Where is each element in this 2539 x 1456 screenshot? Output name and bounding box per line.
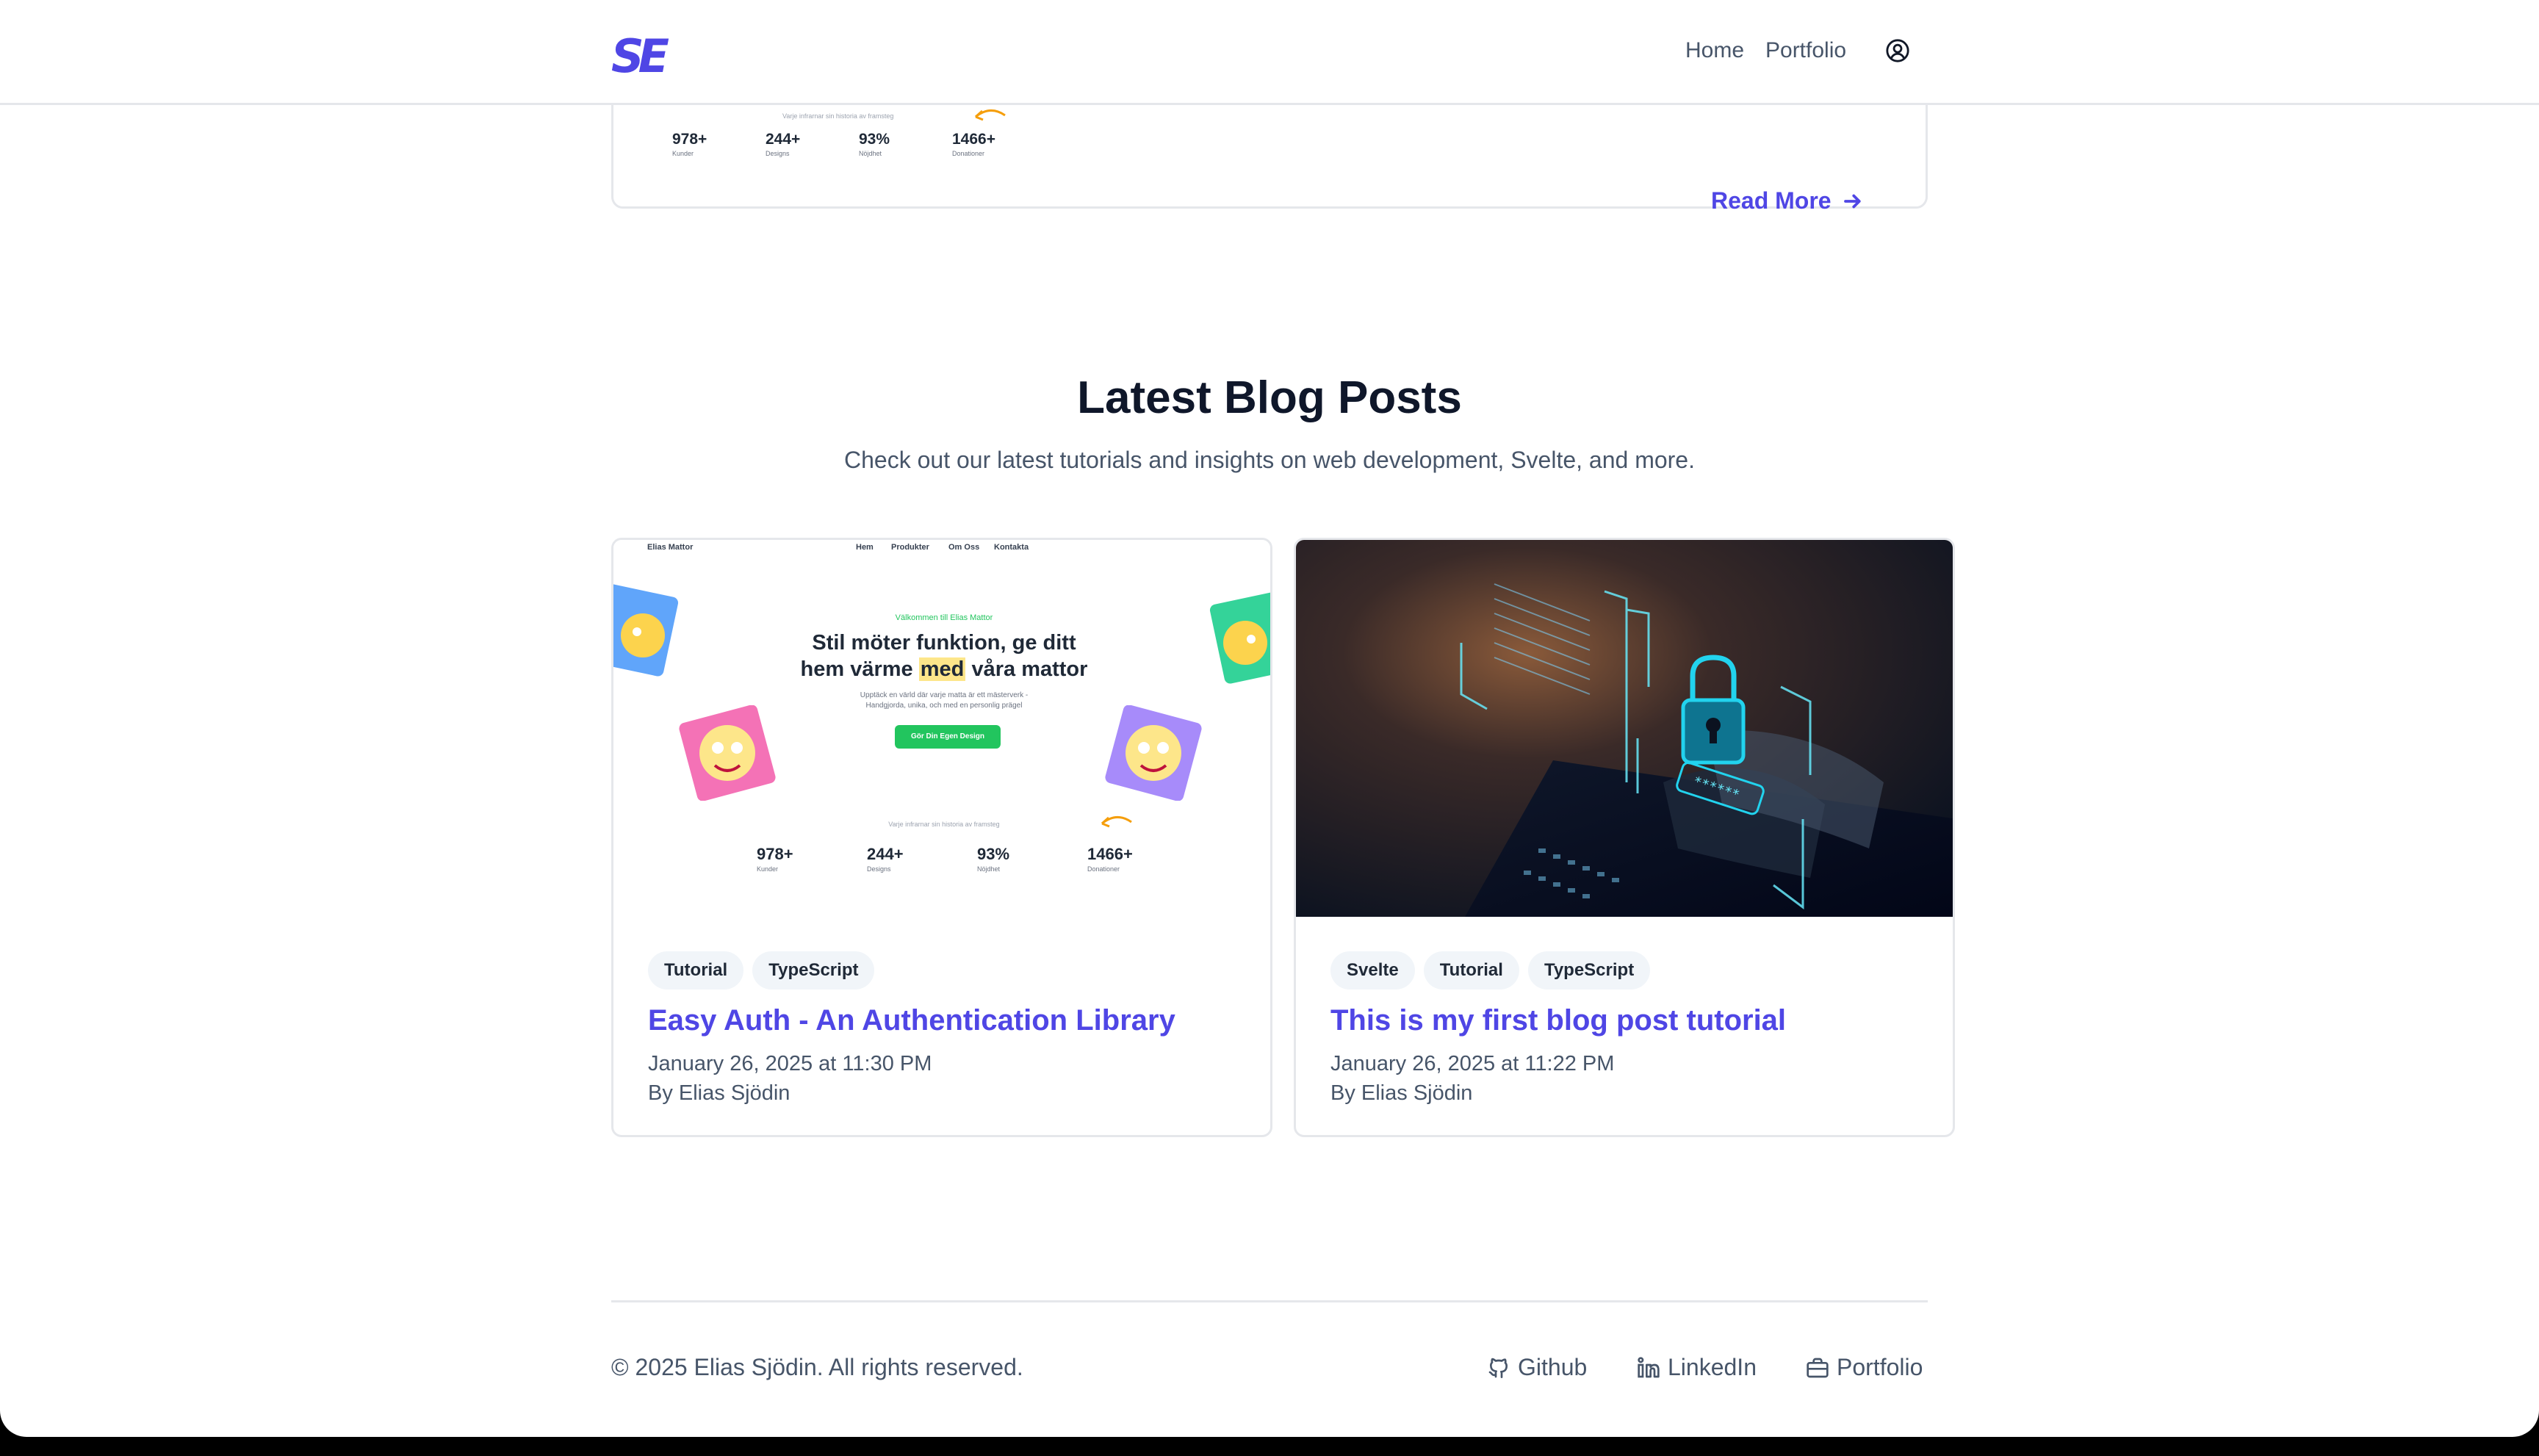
blog-post-card[interactable]: Elias Mattor Hem Produkter Om Oss Kontak…	[611, 538, 1272, 1137]
tag[interactable]: TypeScript	[1527, 951, 1651, 990]
footer-linkedin-link[interactable]: LinkedIn	[1637, 1354, 1757, 1381]
stat-value: 1466+	[952, 131, 995, 148]
post-author: By Elias Sjödin	[1330, 1081, 1473, 1105]
site-header: SE Home Portfolio	[0, 0, 2539, 105]
rug-mascot-image	[679, 705, 776, 801]
stat-label: Donationer	[1087, 865, 1120, 873]
footer-link-label: Portfolio	[1837, 1354, 1923, 1380]
arrow-doodle-icon	[1101, 816, 1132, 828]
footer-copyright: © 2025 Elias Sjödin. All rights reserved…	[611, 1354, 1023, 1380]
post-author: By Elias Sjödin	[648, 1081, 790, 1105]
stat: 244+ Designs	[766, 131, 859, 157]
stat-label: Donationer	[952, 150, 985, 157]
post-title-link[interactable]: This is my first blog post tutorial	[1330, 1004, 1786, 1037]
stat-value: 1466+	[1087, 845, 1133, 863]
preview-caption: Varje infrarnar sin historia av framsteg	[782, 112, 894, 120]
post-date: January 26, 2025 at 11:22 PM	[1330, 1052, 1615, 1075]
stat: 93% Nöjdhet	[977, 845, 1087, 873]
arrow-doodle-icon	[975, 109, 1006, 121]
nav-portfolio-link[interactable]: Portfolio	[1765, 38, 1846, 63]
mock-headline: Stil möter funktion, ge ditt hem värme m…	[613, 630, 1270, 682]
mock-body-line2: Handgjorda, unika, och med en personlig …	[865, 702, 1023, 710]
tag[interactable]: Tutorial	[648, 951, 744, 990]
post-tags: Svelte Tutorial TypeScript	[1330, 951, 1651, 990]
arrow-right-icon	[1843, 194, 1861, 208]
mock-nav-item: Produkter	[891, 543, 929, 552]
post-thumbnail: Elias Mattor Hem Produkter Om Oss Kontak…	[613, 540, 1270, 917]
stat: 1466+ Donationer	[1087, 845, 1198, 873]
stat-value: 978+	[672, 131, 707, 148]
stat-value: 978+	[757, 845, 793, 863]
read-more-label: Read More	[1711, 187, 1832, 214]
stat-value: 244+	[867, 845, 904, 863]
tag[interactable]: Tutorial	[1423, 951, 1519, 990]
post-tags: Tutorial TypeScript	[648, 951, 875, 990]
stat-label: Designs	[867, 865, 891, 873]
mock-headline-line1: Stil möter funktion, ge ditt	[812, 631, 1076, 655]
stat-label: Kunder	[672, 150, 694, 157]
stat: 244+ Designs	[867, 845, 977, 873]
mock-body-line1: Upptäck en värld där varje matta är ett …	[860, 691, 1029, 699]
footer-link-label: LinkedIn	[1668, 1354, 1757, 1380]
section-subtitle: Check out our latest tutorials and insig…	[844, 447, 1695, 473]
read-more-link[interactable]: Read More	[1711, 187, 1864, 215]
tag[interactable]: TypeScript	[752, 951, 875, 990]
stat-label: Kunder	[757, 865, 779, 873]
mock-headline-highlight: med	[918, 657, 966, 681]
rug-mascot-image	[613, 584, 679, 677]
mock-nav-item: Kontakta	[994, 543, 1029, 552]
cybersecurity-lock-image: ******	[1296, 540, 1953, 917]
footer-portfolio-link[interactable]: Portfolio	[1806, 1354, 1923, 1381]
linkedin-icon	[1638, 1356, 1660, 1377]
stat: 1466+ Donationer	[952, 131, 1045, 157]
github-icon	[1488, 1358, 1508, 1378]
stat-label: Designs	[766, 150, 790, 157]
website-screenshot: Elias Mattor Hem Produkter Om Oss Kontak…	[613, 540, 1270, 917]
footer-github-link[interactable]: Github	[1487, 1354, 1587, 1381]
blog-post-card[interactable]: ****** Svelte Tutorial TypeScript This i…	[1294, 538, 1955, 1137]
page: Varje infrarnar sin historia av framsteg…	[0, 0, 2539, 1437]
mock-nav-item: Om Oss	[948, 543, 980, 552]
section-title: Latest Blog Posts	[1077, 372, 1462, 423]
rug-mascot-image	[1209, 591, 1270, 684]
mock-nav-item: Hem	[856, 543, 874, 552]
post-thumbnail: ******	[1296, 540, 1953, 917]
footer-link-label: Github	[1518, 1354, 1588, 1380]
post-title-link[interactable]: Easy Auth - An Authentication Library	[648, 1004, 1175, 1037]
preview-stats: 978+ Kunder 244+ Designs 93% Nöjdhet 1466+ D…	[672, 131, 1045, 157]
briefcase-icon	[1807, 1358, 1829, 1377]
mock-brand: Elias Mattor	[647, 543, 694, 552]
stat: 93% Nöjdhet	[859, 131, 952, 157]
footer-divider	[611, 1300, 1928, 1302]
nav-home-link[interactable]: Home	[1685, 38, 1744, 63]
user-account-icon[interactable]	[1885, 38, 1910, 63]
stat: 978+ Kunder	[672, 131, 766, 157]
stat-label: Nöjdhet	[977, 865, 1001, 873]
rug-mascot-image	[1105, 705, 1202, 801]
mock-headline-line2a: hem värme	[800, 657, 913, 681]
tag[interactable]: Svelte	[1330, 951, 1415, 990]
post-date: January 26, 2025 at 11:30 PM	[648, 1052, 932, 1075]
stat-label: Nöjdhet	[859, 150, 882, 157]
mock-caption: Varje infrarnar sin historia av framsteg	[888, 821, 1000, 828]
mock-headline-line2b: våra mattor	[971, 657, 1088, 681]
stat-value: 244+	[766, 131, 801, 148]
logo[interactable]: SE	[611, 29, 669, 83]
stat: 978+ Kunder	[757, 845, 867, 873]
mock-cta-button: Gör Din Egen Design	[895, 725, 1001, 749]
stat-value: 93%	[859, 131, 890, 148]
stat-value: 93%	[977, 845, 1010, 863]
mock-stats: 978+ Kunder 244+ Designs 93% Nöjdhet 1466+ D…	[757, 845, 1198, 873]
mock-welcome: Välkommen till Elias Mattor	[895, 613, 993, 622]
